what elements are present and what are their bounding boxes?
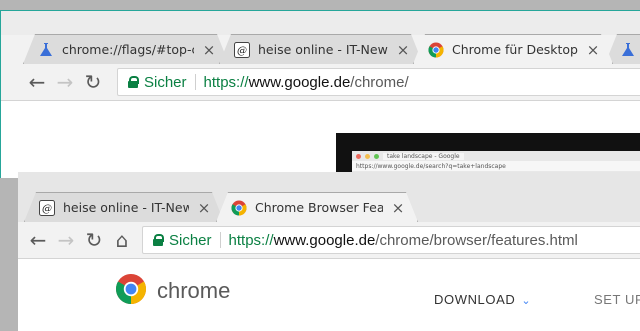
setup-link[interactable]: SET UP bbox=[594, 292, 640, 307]
reload-icon[interactable]: ↻ bbox=[80, 226, 108, 254]
tab-title: chrome://flags/#top-chrome-md bbox=[62, 42, 194, 57]
close-icon[interactable]: × bbox=[586, 41, 600, 59]
chrome-icon bbox=[428, 42, 444, 58]
close-icon[interactable]: × bbox=[202, 41, 216, 59]
home-icon[interactable]: ⌂ bbox=[108, 226, 136, 254]
download-label: DOWNLOAD bbox=[434, 292, 516, 307]
flask-icon bbox=[38, 42, 54, 58]
tab-strip: chrome://flags/#top-chrome-md × @ heise … bbox=[1, 34, 640, 64]
browser-window-front: @ heise online - IT-News, Nachrichten × … bbox=[18, 172, 640, 331]
tab-strip: @ heise online - IT-News, Nachrichten × … bbox=[18, 192, 640, 238]
chrome-icon bbox=[231, 200, 247, 216]
setup-label: SET UP bbox=[594, 292, 640, 307]
forward-arrow-icon[interactable]: → bbox=[52, 226, 80, 254]
minimize-dot-icon bbox=[365, 153, 370, 159]
security-label: Sicher bbox=[169, 231, 212, 249]
url-scheme: https:// bbox=[203, 73, 249, 91]
close-icon[interactable]: × bbox=[391, 199, 405, 217]
tab-title: heise online - IT-News, Nachrichten bbox=[258, 42, 388, 57]
mini-url: https://www.google.de/search?q=take+land… bbox=[356, 162, 506, 170]
page-content: chrome DOWNLOAD ⌄ SET UP bbox=[18, 258, 640, 331]
tab-heise[interactable]: @ heise online - IT-News, Nachrichten × bbox=[24, 192, 224, 222]
chrome-logo-icon bbox=[115, 273, 147, 309]
lock-icon bbox=[153, 234, 164, 246]
tab-title: heise online - IT-News, Nachrichten bbox=[63, 200, 189, 215]
tab-title: Chrome Browser Features bbox=[255, 200, 383, 215]
mini-address-row: https://www.google.de/search?q=take+land… bbox=[352, 161, 640, 171]
toolbar: ← → ↻ Sicher https://www.google.de/chrom… bbox=[1, 64, 640, 100]
heise-icon: @ bbox=[234, 42, 250, 58]
url-path: /chrome/ bbox=[350, 73, 409, 91]
mini-tab-title: take landscape - Google bbox=[383, 152, 464, 160]
brand-name: chrome bbox=[157, 278, 231, 303]
close-icon[interactable]: × bbox=[396, 41, 410, 59]
address-bar[interactable]: Sicher https://www.google.de/chrome/ bbox=[117, 68, 640, 96]
heise-icon: @ bbox=[39, 200, 55, 216]
chevron-down-icon: ⌄ bbox=[521, 295, 532, 307]
close-dot-icon bbox=[356, 153, 361, 159]
svg-text:@: @ bbox=[237, 46, 247, 57]
forward-arrow-icon[interactable]: → bbox=[51, 68, 79, 96]
chrome-brand[interactable]: chrome bbox=[115, 273, 230, 309]
address-bar[interactable]: Sicher https://www.google.de/chrome/brow… bbox=[142, 226, 640, 254]
svg-text:@: @ bbox=[42, 204, 52, 215]
tab-chrome-features[interactable]: Chrome Browser Features × bbox=[216, 192, 418, 222]
back-arrow-icon[interactable]: ← bbox=[23, 68, 51, 96]
url-host: www.google.de bbox=[273, 231, 376, 249]
url-scheme: https:// bbox=[228, 231, 274, 249]
divider bbox=[219, 232, 221, 248]
flask-icon bbox=[620, 42, 636, 58]
mini-tab-row: take landscape - Google bbox=[352, 151, 640, 161]
back-arrow-icon[interactable]: ← bbox=[24, 226, 52, 254]
url-path: /chrome/browser/features.html bbox=[375, 231, 578, 249]
tab-title: Chrome für Desktop-Computer bbox=[452, 42, 578, 57]
tab-chrome-desktop[interactable]: Chrome für Desktop-Computer × bbox=[413, 34, 613, 64]
url-host: www.google.de bbox=[248, 73, 351, 91]
security-label: Sicher bbox=[144, 73, 187, 91]
reload-icon[interactable]: ↻ bbox=[79, 68, 107, 96]
tab-heise[interactable]: @ heise online - IT-News, Nachrichten × bbox=[219, 34, 423, 64]
download-menu[interactable]: DOWNLOAD ⌄ bbox=[434, 292, 531, 307]
toolbar: ← → ↻ ⌂ Sicher https://www.google.de/chr… bbox=[18, 222, 640, 258]
maximize-dot-icon bbox=[374, 153, 379, 159]
divider bbox=[194, 74, 196, 90]
lock-icon bbox=[128, 76, 139, 88]
close-icon[interactable]: × bbox=[197, 199, 211, 217]
tab-flags[interactable]: chrome://flags/#top-chrome-md × bbox=[23, 34, 229, 64]
